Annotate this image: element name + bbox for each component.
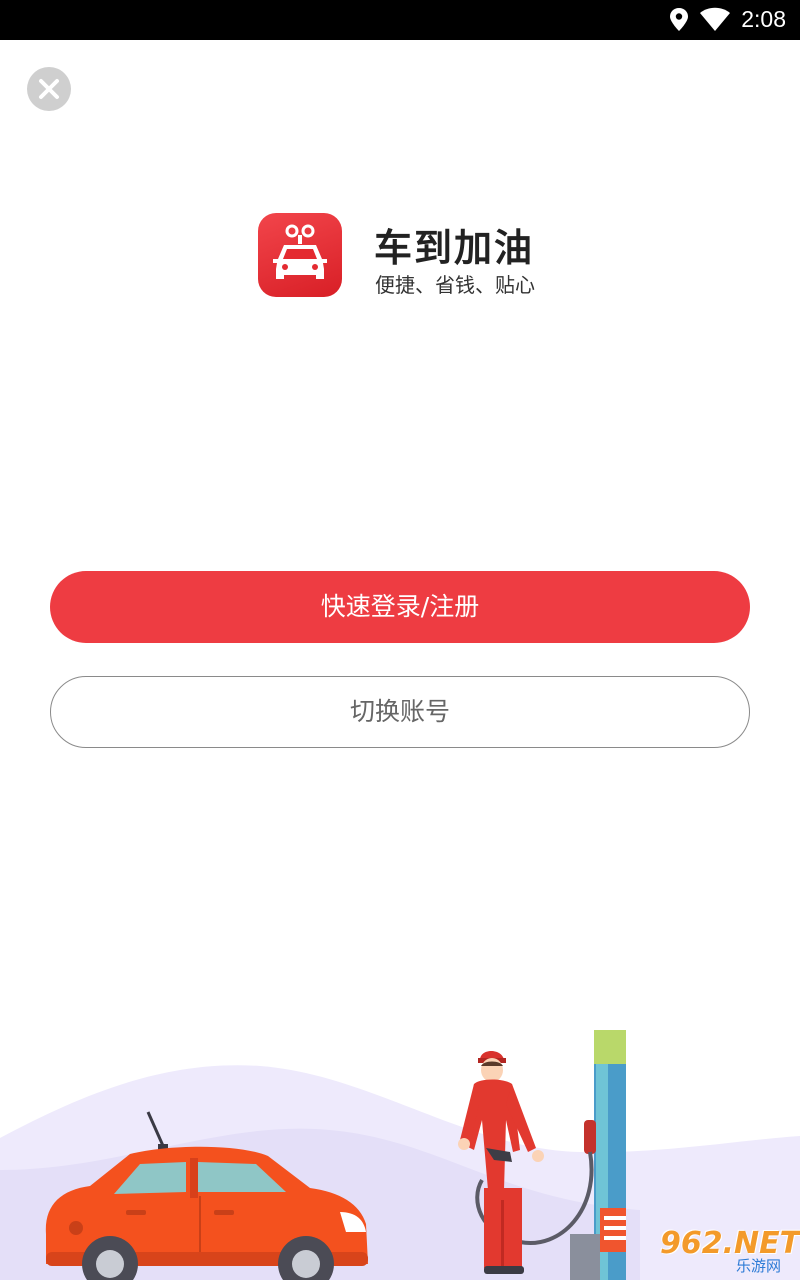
watermark-logo: 962.NET 乐游网 xyxy=(660,1226,800,1276)
fuel-pump-base xyxy=(570,1234,600,1280)
app-logo xyxy=(258,213,342,297)
switch-account-button[interactable]: 切换账号 xyxy=(50,676,750,748)
close-icon xyxy=(39,79,59,99)
close-button[interactable] xyxy=(27,67,71,111)
app-name: 车到加油 xyxy=(374,226,535,270)
status-bar: 2:08 xyxy=(0,0,800,40)
wifi-icon xyxy=(700,7,730,31)
fuel-pump-top xyxy=(594,1030,626,1064)
watermark-sub: 乐游网 xyxy=(736,1257,782,1275)
app-slogan: 便捷、省钱、贴心 xyxy=(375,273,535,297)
car-logo-icon xyxy=(273,224,327,279)
brand-header: 车到加油 便捷、省钱、贴心 xyxy=(258,213,558,299)
status-time: 2:08 xyxy=(741,6,786,32)
location-icon xyxy=(670,8,688,31)
quick-login-register-button[interactable]: 快速登录/注册 xyxy=(50,571,750,643)
